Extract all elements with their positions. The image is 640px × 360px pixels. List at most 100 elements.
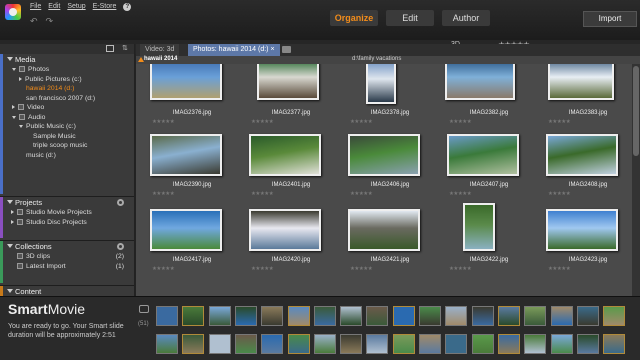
help-icon[interactable]: ?: [123, 3, 132, 11]
section-title-projects[interactable]: Projects: [3, 197, 134, 208]
menu-estore[interactable]: E-Store: [93, 3, 117, 11]
photo-tile[interactable]: IMAG2421.jpg ★★★★★: [342, 209, 438, 277]
camera-icon[interactable]: [139, 305, 149, 313]
import-button[interactable]: Import: [583, 11, 637, 27]
photo-thumbnail[interactable]: [257, 64, 319, 100]
filmstrip-thumbnail[interactable]: [234, 306, 257, 326]
photo-rating[interactable]: ★★★★★: [152, 266, 175, 272]
filmstrip-thumbnail[interactable]: [392, 334, 415, 354]
filmstrip-thumbnail[interactable]: [419, 334, 441, 354]
photo-tile[interactable]: IMAG2417.jpg ★★★★★: [144, 209, 240, 277]
photo-thumbnail[interactable]: [348, 134, 420, 176]
photo-rating[interactable]: ★★★★★: [548, 266, 571, 272]
menu-edit[interactable]: Edit: [48, 3, 60, 11]
tree-item[interactable]: san francisco 2007 (d:): [3, 94, 134, 104]
tree-item-latest-import[interactable]: Latest Import (1): [3, 262, 134, 272]
tab-edit[interactable]: Edit: [386, 10, 434, 26]
filmstrip-thumbnail[interactable]: [340, 306, 363, 326]
menu-setup[interactable]: Setup: [67, 3, 85, 11]
photo-rating[interactable]: ★★★★★: [251, 119, 274, 125]
filmstrip-thumbnail[interactable]: [366, 334, 389, 354]
filmstrip-thumbnail[interactable]: [550, 306, 573, 326]
tree-item[interactable]: Sample Music: [3, 132, 134, 142]
filmstrip-thumbnail[interactable]: [497, 306, 520, 326]
photo-thumbnail[interactable]: [463, 203, 495, 251]
photo-tile[interactable]: IMAG2376.jpg ★★★★★: [144, 64, 240, 132]
menu-file[interactable]: File: [30, 3, 41, 11]
filmstrip-thumbnail[interactable]: [524, 306, 547, 326]
photo-tile[interactable]: IMAG2401.jpg ★★★★★: [243, 134, 339, 202]
photo-thumbnail[interactable]: [249, 134, 321, 176]
tree-item[interactable]: Video: [3, 103, 134, 113]
expand-icon[interactable]: [19, 76, 22, 81]
section-title-media[interactable]: Media: [3, 54, 134, 65]
photo-thumbnail[interactable]: [150, 134, 222, 176]
photo-thumbnail[interactable]: [150, 209, 222, 251]
photo-thumbnail[interactable]: [150, 64, 222, 100]
tree-item[interactable]: triple scoop music: [3, 141, 134, 151]
filmstrip-thumbnail[interactable]: [182, 306, 205, 326]
photo-tile[interactable]: IMAG2408.jpg ★★★★★: [540, 134, 632, 202]
tree-item-studio-disc-projects[interactable]: Studio Disc Projects: [3, 218, 134, 228]
filmstrip-thumbnail[interactable]: [234, 334, 257, 354]
filmstrip-thumbnail[interactable]: [445, 306, 468, 326]
photo-thumbnail[interactable]: [366, 64, 396, 104]
collapse-icon[interactable]: [12, 115, 16, 119]
tree-item[interactable]: Public Pictures (c:): [3, 75, 134, 85]
photo-rating[interactable]: ★★★★★: [350, 266, 373, 272]
photo-tile[interactable]: IMAG2422.jpg ★★★★★: [441, 203, 537, 277]
tree-item[interactable]: Photos: [3, 65, 134, 75]
filmstrip-thumbnail[interactable]: [576, 334, 599, 354]
filmstrip-thumbnail[interactable]: [156, 334, 178, 354]
filmstrip-thumbnail[interactable]: [287, 306, 310, 326]
photo-rating[interactable]: ★★★★★: [152, 119, 175, 125]
filmstrip-thumbnail[interactable]: [550, 334, 573, 354]
filmstrip-thumbnail[interactable]: [419, 306, 441, 326]
redo-icon[interactable]: ↷: [46, 16, 54, 27]
filmstrip-thumbnail[interactable]: [208, 334, 231, 354]
photo-rating[interactable]: ★★★★★: [251, 266, 274, 272]
tree-item[interactable]: Audio: [3, 113, 134, 123]
photo-rating[interactable]: ★★★★★: [548, 119, 571, 125]
filmstrip-thumbnail[interactable]: [497, 334, 520, 354]
filmstrip-thumbnail[interactable]: [261, 334, 284, 354]
photo-tile[interactable]: IMAG2407.jpg ★★★★★: [441, 134, 537, 202]
photo-tile[interactable]: IMAG2382.jpg ★★★★★: [441, 64, 537, 132]
filmstrip-thumbnail[interactable]: [208, 306, 231, 326]
filmstrip-thumbnail[interactable]: [366, 306, 389, 326]
gear-icon[interactable]: [117, 199, 124, 206]
photo-tile[interactable]: IMAG2420.jpg ★★★★★: [243, 209, 339, 277]
section-title-collections[interactable]: Collections: [3, 241, 134, 252]
filmstrip-thumbnail[interactable]: [392, 306, 415, 326]
tree-item[interactable]: music (d:): [3, 151, 134, 161]
tree-item-3d-clips[interactable]: 3D clips (2): [3, 252, 134, 262]
tab-photos-hawaii[interactable]: Photos: hawaii 2014 (d:) ×: [188, 44, 280, 56]
filmstrip-thumbnail[interactable]: [340, 334, 363, 354]
photo-thumbnail[interactable]: [548, 64, 614, 100]
sort-icon[interactable]: ⇅: [122, 44, 130, 52]
filmstrip-thumbnail[interactable]: [471, 306, 494, 326]
photo-tile[interactable]: IMAG2378.jpg ★★★★★: [342, 64, 438, 132]
add-collection-icon[interactable]: [117, 243, 124, 250]
photo-rating[interactable]: ★★★★★: [251, 191, 274, 197]
photo-tile[interactable]: IMAG2390.jpg ★★★★★: [144, 134, 240, 202]
photo-rating[interactable]: ★★★★★: [548, 191, 571, 197]
photo-thumbnail[interactable]: [447, 134, 519, 176]
close-tab-icon[interactable]: ×: [270, 46, 274, 53]
list-view-icon[interactable]: [106, 45, 114, 52]
filmstrip-thumbnail[interactable]: [603, 306, 626, 326]
photo-rating[interactable]: ★★★★★: [350, 191, 373, 197]
filmstrip-thumbnail[interactable]: [313, 306, 336, 326]
scrollbar-thumb[interactable]: [633, 66, 639, 156]
tree-item[interactable]: Public Music (c:): [3, 122, 134, 132]
photo-tile[interactable]: IMAG2377.jpg ★★★★★: [243, 64, 339, 132]
photo-thumbnail[interactable]: [348, 209, 420, 251]
photo-thumbnail[interactable]: [546, 134, 618, 176]
filmstrip-thumbnail[interactable]: [445, 334, 468, 354]
photo-rating[interactable]: ★★★★★: [449, 191, 472, 197]
photo-tile[interactable]: IMAG2383.jpg ★★★★★: [540, 64, 632, 132]
tab-organize[interactable]: Organize: [330, 10, 378, 26]
photo-rating[interactable]: ★★★★★: [449, 266, 472, 272]
filmstrip-thumbnail[interactable]: [603, 334, 626, 354]
grid-scrollbar[interactable]: [632, 64, 640, 296]
